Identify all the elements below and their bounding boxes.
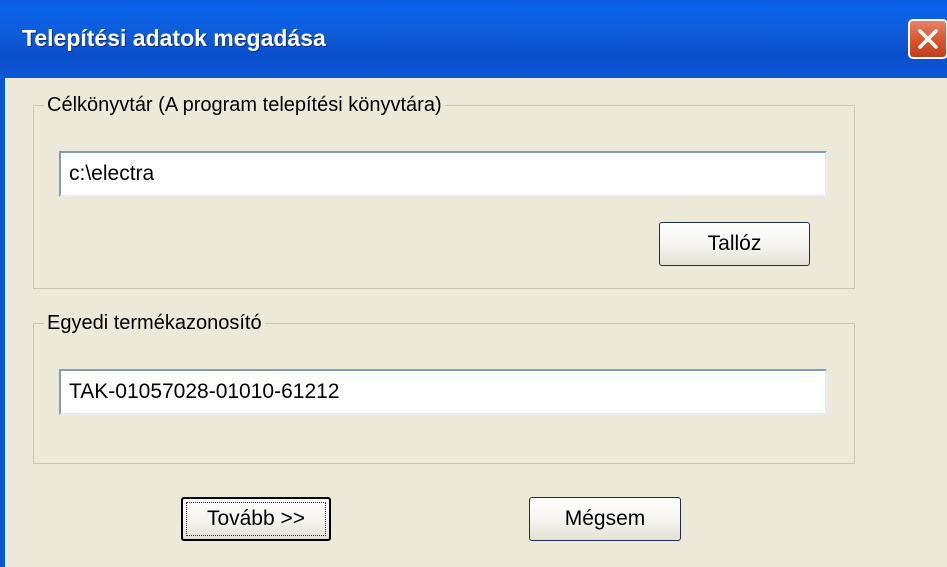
target-directory-input[interactable]: c:\electra [59, 151, 827, 197]
setup-dialog: Telepítési adatok megadása Célkönyvtár (… [0, 0, 947, 567]
close-icon [918, 29, 938, 49]
next-button-label: Tovább >> [206, 507, 306, 530]
product-id-input[interactable]: TAK-01057028-01010-61212 [59, 369, 827, 415]
window-title: Telepítési adatok megadása [22, 25, 326, 51]
window-left-border [0, 78, 5, 567]
title-bar[interactable]: Telepítési adatok megadása [0, 0, 947, 78]
next-button[interactable]: Tovább >> [181, 497, 331, 541]
browse-button[interactable]: Tallóz [659, 222, 810, 266]
target-directory-label: Célkönyvtár (A program telepítési könyvt… [47, 94, 442, 116]
close-button[interactable] [908, 19, 947, 59]
cancel-button[interactable]: Mégsem [529, 497, 681, 541]
product-id-label: Egyedi termékazonosító [47, 312, 262, 334]
